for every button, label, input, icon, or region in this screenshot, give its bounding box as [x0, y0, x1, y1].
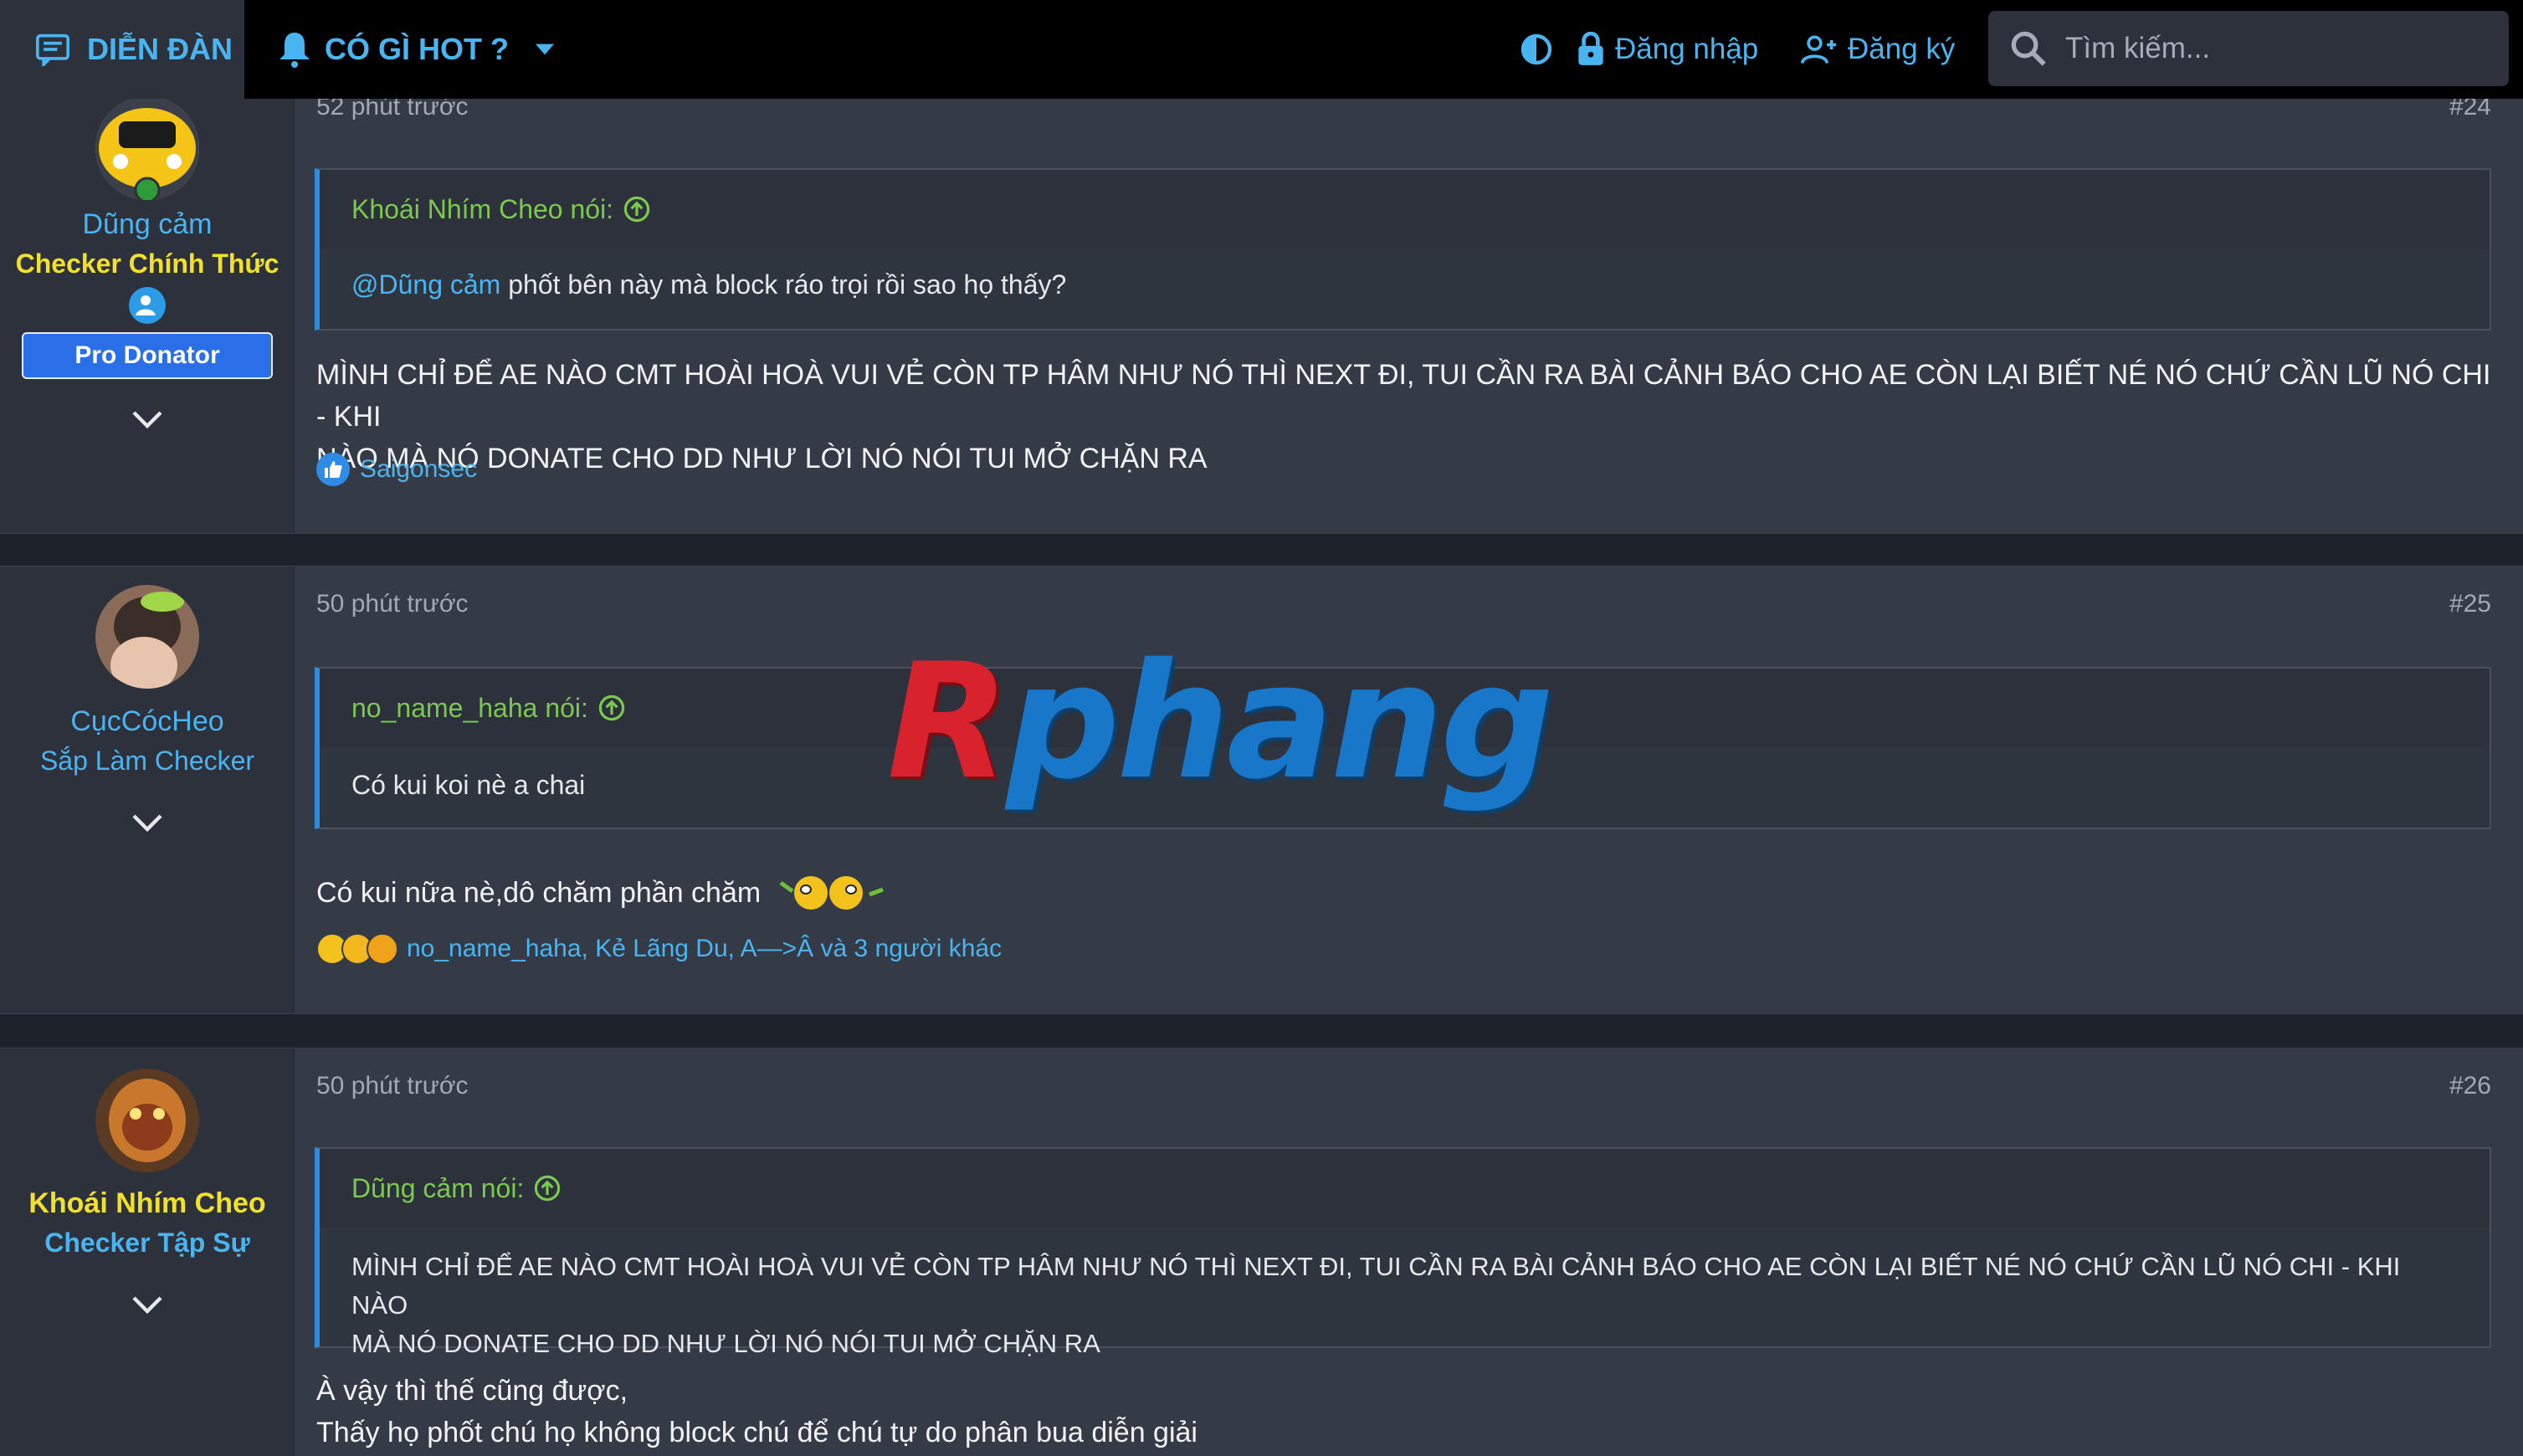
- emoji-sticker-icon: [779, 876, 885, 910]
- reactions-bar[interactable]: Saigonsec: [316, 453, 477, 486]
- avatar[interactable]: [95, 585, 199, 689]
- quote-author: no_name_haha nói:: [351, 692, 588, 723]
- nav-forum-tab[interactable]: DIỄN ĐÀN: [0, 0, 244, 99]
- like-icon: [316, 453, 350, 486]
- add-user-icon: [1801, 35, 1837, 64]
- dragon-avatar-icon: [95, 1069, 199, 1172]
- chevron-down-icon[interactable]: [132, 1296, 162, 1315]
- post-24: Dũng cảm Checker Chính Thức Pro Donator …: [0, 84, 2523, 534]
- bell-icon: [279, 33, 310, 68]
- theme-toggle-button[interactable]: [1520, 0, 1563, 99]
- top-navigation: DIỄN ĐÀN CÓ GÌ HOT ? Đăng nhập Đăng ký T…: [0, 0, 2523, 99]
- username[interactable]: Dũng cảm: [0, 208, 295, 241]
- search-input[interactable]: Tìm kiếm...: [1988, 11, 2509, 86]
- badge-label: Pro Donator: [74, 341, 220, 369]
- chevron-down-icon[interactable]: [536, 44, 554, 55]
- body-line: MÌNH CHỈ ĐỂ AE NÀO CMT HOÀI HOÀ VUI VẺ C…: [316, 359, 2491, 433]
- post-body: Có kui nữa nè,dô chăm phần chăm: [316, 871, 2491, 915]
- register-link[interactable]: Đăng ký: [1801, 0, 1955, 99]
- post-content: 50 phút trước #26 Dũng cảm nói: MÌNH CHỈ…: [295, 1048, 2523, 1456]
- post-user-column: CụcCócHeo Sắp Làm Checker: [0, 567, 295, 1013]
- post-user-column: Dũng cảm Checker Chính Thức Pro Donator: [0, 85, 295, 533]
- user-title: Checker Tập Sự: [44, 1228, 250, 1258]
- post-time[interactable]: 50 phút trước: [316, 590, 469, 618]
- reactions-users[interactable]: no_name_haha, Kẻ Lãng Du, A—>Â và 3 ngườ…: [407, 935, 1002, 963]
- body-line: NÀO MÀ NÓ DONATE CHO DD NHƯ LỜI NÓ NÓI T…: [316, 443, 1208, 474]
- watermark-rest: phang: [1006, 629, 1554, 814]
- nav-hot-tab[interactable]: CÓ GÌ HOT ?: [278, 0, 554, 99]
- forum-icon: [36, 33, 69, 66]
- post-body: MÌNH CHỈ ĐỂ AE NÀO CMT HOÀI HOÀ VUI VẺ C…: [316, 354, 2491, 479]
- post-content: 52 phút trước #24 Khoái Nhím Cheo nói: @…: [295, 85, 2523, 533]
- post-time[interactable]: 50 phút trước: [316, 1072, 469, 1100]
- login-link[interactable]: Đăng nhập: [1577, 0, 1758, 99]
- mention-link[interactable]: @Dũng cảm: [351, 269, 500, 300]
- body-line: Có kui nữa nè,dô chăm phần chăm: [316, 877, 762, 909]
- nav-forum-label: DIỄN ĐÀN: [87, 32, 233, 66]
- user-title: Checker Chính Thức: [15, 249, 279, 279]
- lock-icon: [1578, 32, 1603, 65]
- quote-line: MÀ NÓ DONATE CHO DD NHƯ LỜI NÓ NÓI TUI M…: [351, 1329, 1100, 1358]
- body-line: À vậy thì thế cũng được,: [316, 1375, 628, 1407]
- watermark-logo: Rphang: [887, 629, 1554, 814]
- reactions-bar[interactable]: no_name_haha, Kẻ Lãng Du, A—>Â và 3 ngườ…: [316, 933, 1002, 965]
- post-26: Khoái Nhím Cheo Checker Tập Sự 50 phút t…: [0, 1048, 2523, 1456]
- body-line: Thấy họ phốt chú họ không block chú để c…: [316, 1417, 1197, 1448]
- quote-block: Khoái Nhím Cheo nói: @Dũng cảm phốt bên …: [315, 168, 2491, 331]
- chevron-down-icon[interactable]: [132, 411, 162, 429]
- search-placeholder: Tìm kiếm...: [2065, 32, 2211, 64]
- quote-body: MÌNH CHỈ ĐỂ AE NÀO CMT HOÀI HOÀ VUI VẺ C…: [320, 1228, 2490, 1363]
- arrow-up-circle-icon[interactable]: [623, 196, 650, 223]
- quote-header[interactable]: Dũng cảm nói:: [320, 1149, 2490, 1228]
- quote-author: Khoái Nhím Cheo nói:: [351, 193, 614, 224]
- verified-icon: [129, 287, 166, 324]
- search-icon: [2011, 31, 2046, 66]
- arrow-up-circle-icon[interactable]: [598, 695, 625, 721]
- post-body: À vậy thì thế cũng được, Thấy họ phốt ch…: [316, 1370, 2491, 1453]
- car-avatar-icon: [95, 96, 199, 200]
- nav-hot-label: CÓ GÌ HOT ?: [325, 32, 509, 66]
- pro-donator-badge: Pro Donator: [22, 332, 273, 379]
- quote-text: phốt bên này mà block ráo trọi rồi sao h…: [500, 269, 1067, 300]
- chevron-down-icon[interactable]: [132, 814, 162, 833]
- register-label: Đăng ký: [1848, 33, 1956, 65]
- user-title: Sắp Làm Checker: [39, 746, 255, 776]
- quote-text: Có kui koi nè a chai: [351, 770, 586, 800]
- avatar[interactable]: [95, 1069, 199, 1172]
- reactions-users[interactable]: Saigonsec: [360, 455, 477, 484]
- username[interactable]: Khoái Nhím Cheo: [0, 1187, 295, 1220]
- post-number[interactable]: #26: [2449, 1072, 2491, 1100]
- arrow-up-circle-icon[interactable]: [534, 1175, 561, 1202]
- love-reaction-icon: [367, 933, 398, 965]
- avatar[interactable]: [95, 96, 199, 200]
- username[interactable]: CụcCócHeo: [0, 705, 295, 738]
- post-user-column: Khoái Nhím Cheo Checker Tập Sự: [0, 1048, 295, 1456]
- post-number[interactable]: #25: [2449, 590, 2491, 618]
- user-photo-icon: [95, 585, 199, 689]
- login-label: Đăng nhập: [1615, 33, 1759, 65]
- quote-body: @Dũng cảm phốt bên này mà block ráo trọi…: [320, 249, 2490, 304]
- quote-header[interactable]: Khoái Nhím Cheo nói:: [320, 170, 2490, 249]
- quote-author: Dũng cảm nói:: [351, 1172, 525, 1203]
- watermark-first: R: [887, 629, 1009, 814]
- contrast-icon: [1520, 33, 1552, 65]
- quote-block: Dũng cảm nói: MÌNH CHỈ ĐỂ AE NÀO CMT HOÀ…: [315, 1147, 2491, 1358]
- quote-line: MÌNH CHỈ ĐỂ AE NÀO CMT HOÀI HOÀ VUI VẺ C…: [351, 1252, 2401, 1320]
